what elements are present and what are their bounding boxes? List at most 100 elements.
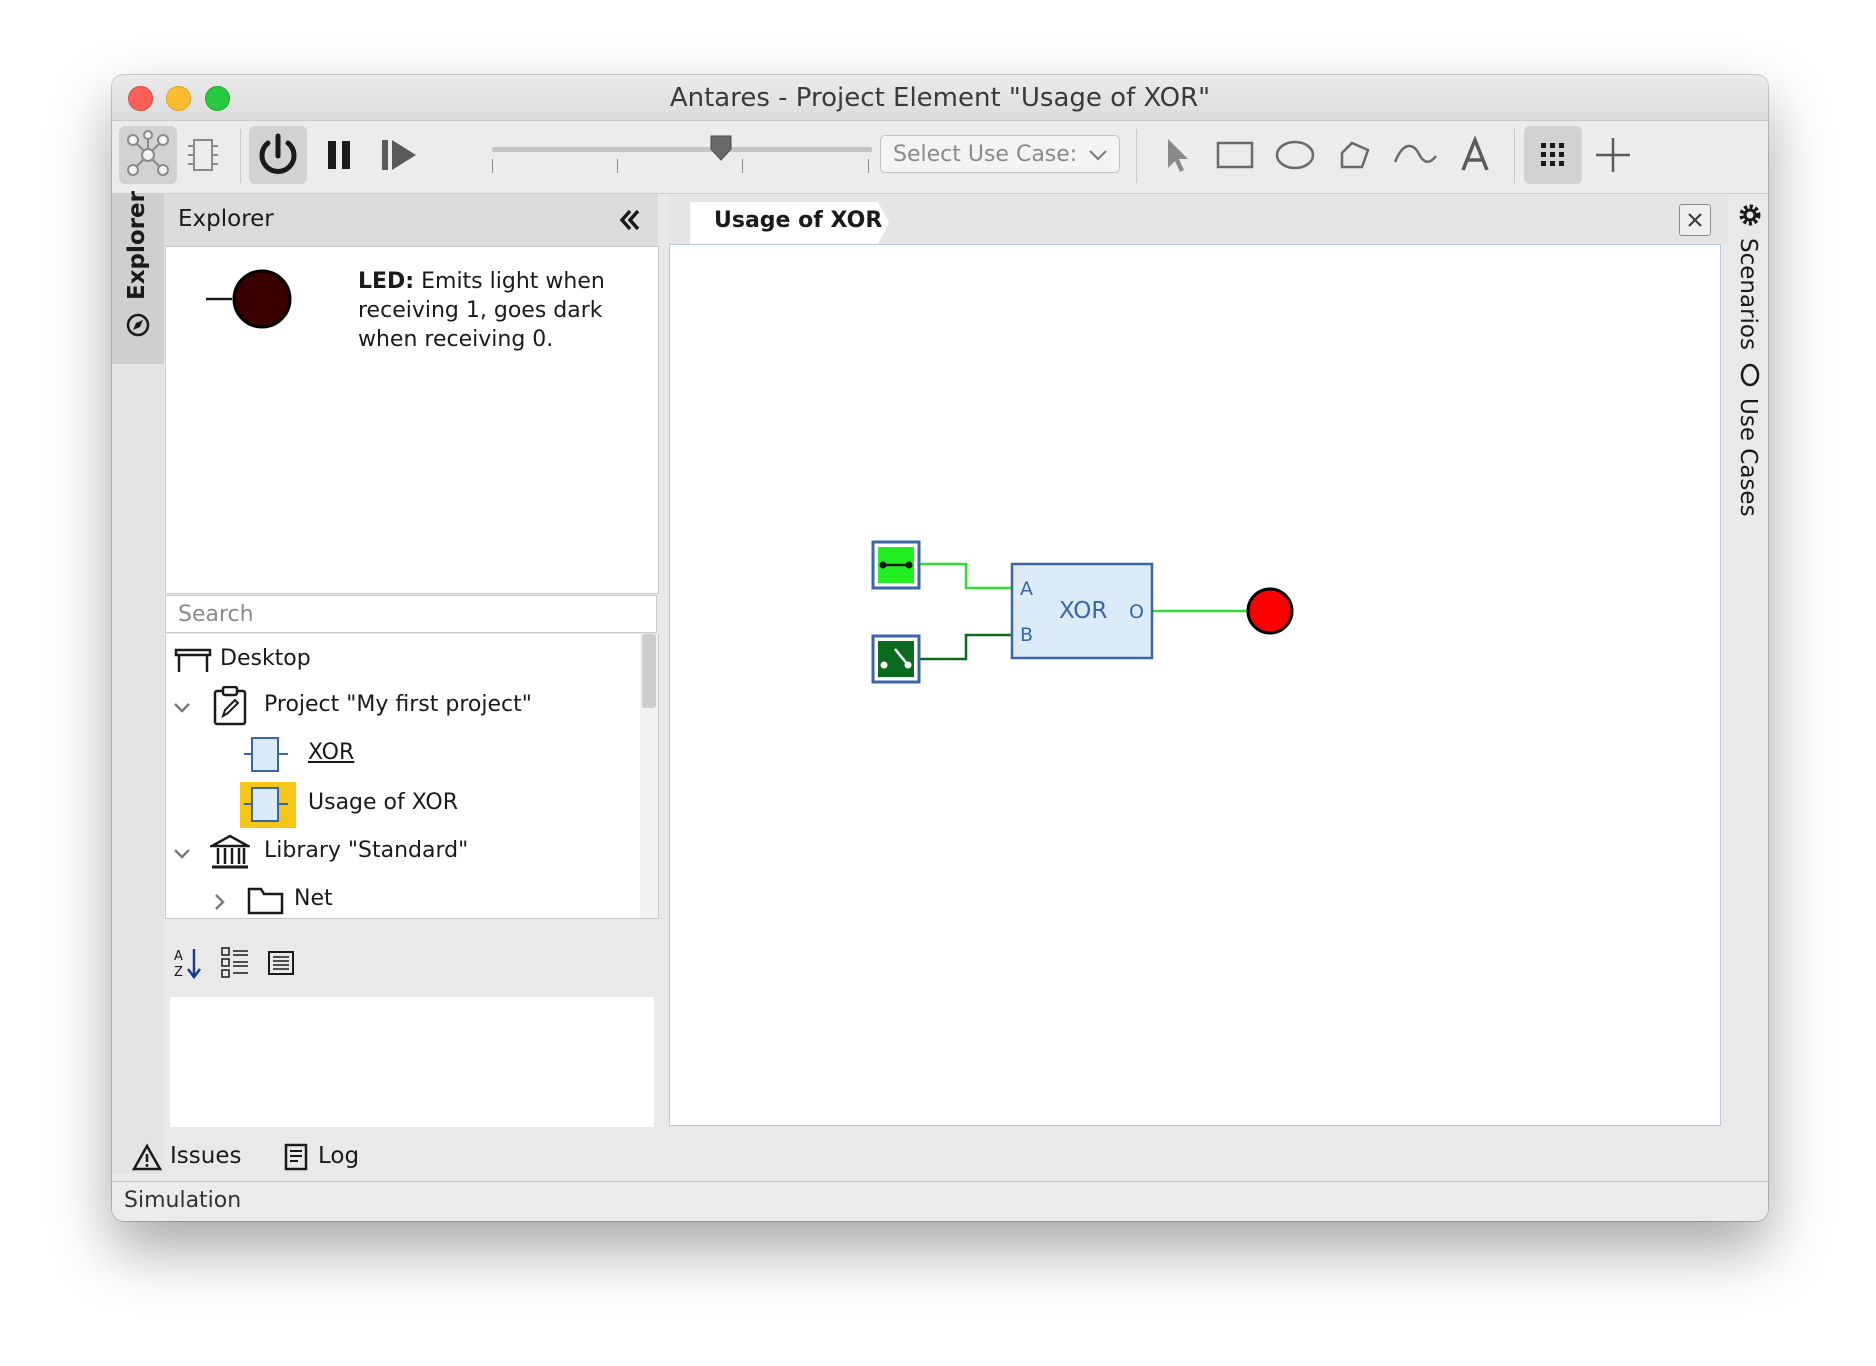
tree-item-library[interactable]: Library "Standard"	[166, 832, 636, 872]
tree-scrollbar-thumb[interactable]	[642, 634, 656, 708]
library-icon	[210, 834, 250, 869]
explorer-search	[165, 595, 657, 633]
explorer-title: Explorer	[178, 206, 274, 232]
network-icon	[127, 130, 169, 176]
chevron-down-icon[interactable]	[172, 844, 192, 864]
tree-item-label: Project "My first project"	[264, 692, 532, 717]
pause-icon	[328, 141, 350, 169]
grid-toggle-button[interactable]	[1524, 126, 1582, 184]
slider-tick	[492, 159, 493, 173]
svg-text:Z: Z	[174, 965, 183, 980]
title-bar: Antares - Project Element "Usage of XOR"	[112, 75, 1768, 121]
use-case-select[interactable]: Select Use Case:	[880, 135, 1120, 173]
xor-gate[interactable]: A B XOR O	[1010, 562, 1154, 660]
close-icon	[1688, 213, 1702, 227]
power-icon	[259, 133, 297, 174]
chevron-right-icon[interactable]	[210, 892, 230, 912]
gate-name-label: XOR	[1059, 598, 1107, 624]
switch-a[interactable]	[871, 540, 921, 590]
tree-item-net[interactable]: Net	[166, 880, 636, 918]
tree-item-xor[interactable]: XOR	[166, 734, 636, 774]
slider-tick	[868, 159, 869, 173]
component-view-button[interactable]	[174, 126, 232, 184]
tree-item-usage-of-xor[interactable]: Usage of XOR	[166, 782, 636, 828]
chevron-down-icon[interactable]	[172, 698, 192, 718]
sort-alphabetical-icon[interactable]: A Z	[172, 945, 204, 981]
speed-slider-thumb[interactable]	[710, 135, 732, 161]
compass-icon	[126, 313, 150, 337]
slider-tick	[742, 159, 743, 173]
desktop-icon	[174, 648, 212, 672]
tree-item-project[interactable]: Project "My first project"	[166, 686, 636, 726]
slider-tick	[617, 159, 618, 173]
explorer-side-tab[interactable]: Explorer	[112, 191, 164, 364]
curve-tool-button[interactable]	[1386, 126, 1444, 184]
gate-output-label: O	[1129, 601, 1144, 623]
toolbar-separator	[1514, 129, 1515, 183]
scenarios-side-tab[interactable]: Scenarios	[1730, 194, 1768, 350]
categorized-icon[interactable]	[220, 945, 252, 981]
switch-b[interactable]	[871, 634, 921, 684]
tree-item-label: Usage of XOR	[308, 790, 459, 815]
close-editor-button[interactable]	[1679, 204, 1711, 236]
pause-button[interactable]	[310, 126, 368, 184]
rectangle-icon	[1216, 141, 1254, 169]
tree-item-label: Net	[294, 886, 333, 911]
use-cases-side-tab-label: Use Cases	[1735, 398, 1761, 517]
step-button[interactable]	[370, 126, 428, 184]
gear-icon	[1739, 204, 1761, 226]
collapse-panel-icon[interactable]	[616, 206, 644, 234]
explorer-side-tab-label: Explorer	[124, 191, 150, 300]
toolbar-separator	[1136, 129, 1137, 183]
status-bar: Simulation	[112, 1181, 1768, 1221]
warning-icon	[132, 1143, 162, 1171]
search-input[interactable]	[166, 596, 656, 632]
component-icon	[188, 139, 218, 171]
project-icon	[213, 686, 247, 726]
use-case-select-label: Select Use Case:	[893, 142, 1078, 167]
tree-item-desktop[interactable]: Desktop	[166, 640, 636, 680]
pointer-icon	[1168, 139, 1188, 172]
circuit-diagram: A B XOR O	[871, 540, 1294, 684]
led-output[interactable]	[1246, 587, 1294, 635]
element-preview: LED: Emits light when receiving 1, goes …	[165, 246, 659, 594]
svg-text:A: A	[174, 949, 183, 964]
log-icon	[284, 1143, 308, 1171]
grid-icon	[1541, 143, 1564, 166]
power-button[interactable]	[249, 126, 307, 184]
rectangle-tool-button[interactable]	[1206, 126, 1264, 184]
tree-item-label: Desktop	[220, 646, 311, 671]
use-cases-side-tab[interactable]: Use Cases	[1730, 354, 1768, 517]
circuit-canvas[interactable]: A B XOR O	[669, 244, 1721, 1126]
log-tab-label: Log	[318, 1143, 360, 1169]
polygon-tool-button[interactable]	[1326, 126, 1384, 184]
chevron-down-icon	[1089, 150, 1107, 161]
log-tab[interactable]: Log	[282, 1137, 382, 1177]
tree-item-label: XOR	[308, 740, 355, 765]
select-tool-button[interactable]	[1146, 126, 1204, 184]
window-title: Antares - Project Element "Usage of XOR"	[669, 83, 1211, 113]
folder-icon	[247, 887, 284, 915]
crosshair-icon	[1596, 138, 1630, 172]
crosshair-toggle-button[interactable]	[1584, 126, 1642, 184]
step-icon	[382, 140, 416, 170]
gate-input-a-label: A	[1020, 578, 1033, 600]
preview-description: LED: Emits light when receiving 1, goes …	[358, 267, 638, 354]
use-case-icon	[1740, 363, 1760, 387]
ellipse-tool-button[interactable]	[1266, 126, 1324, 184]
preview-element-name: LED:	[358, 269, 415, 294]
explorer-tree: Desktop Project "My first project" XOR U…	[165, 634, 659, 919]
properties-area	[170, 997, 654, 1127]
left-side-strip: Explorer	[112, 191, 164, 1174]
tree-scrollbar[interactable]	[640, 634, 658, 918]
status-text: Simulation	[124, 1188, 242, 1213]
network-view-button[interactable]	[119, 126, 177, 184]
ellipse-icon	[1275, 140, 1315, 170]
issues-tab[interactable]: Issues	[132, 1137, 252, 1177]
text-tool-button[interactable]	[1446, 126, 1504, 184]
polygon-icon	[1340, 141, 1370, 169]
properties-toolbar: A Z	[172, 945, 372, 985]
explorer-header: Explorer	[164, 194, 658, 246]
list-view-icon[interactable]	[266, 945, 298, 981]
speed-slider-track[interactable]	[492, 147, 872, 152]
